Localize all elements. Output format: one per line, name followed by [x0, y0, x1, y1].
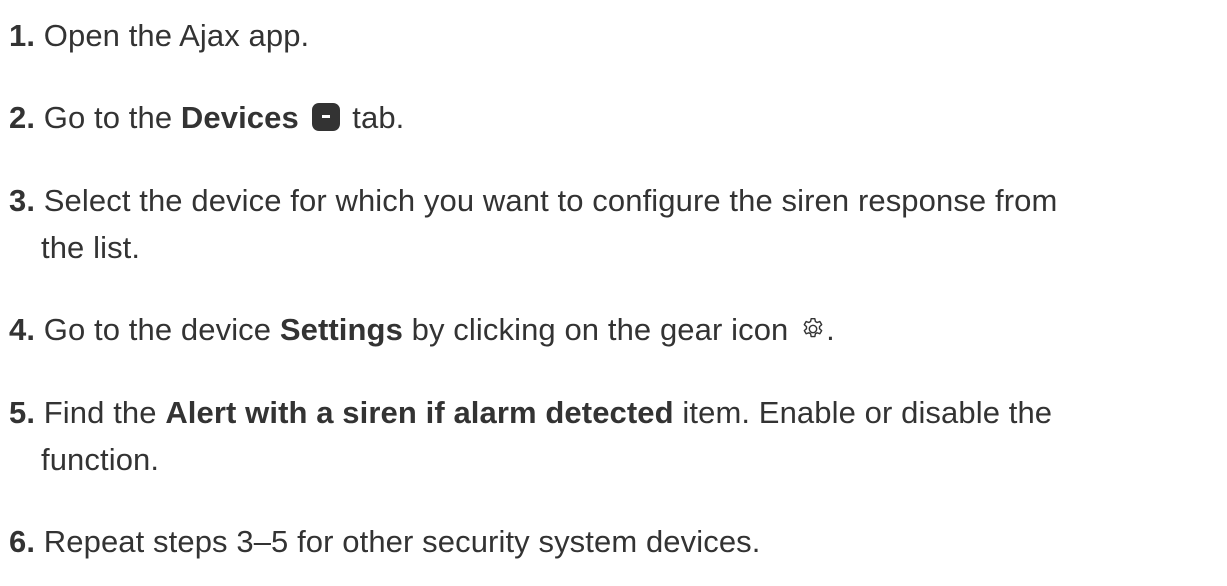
step-5-continuation: function. — [41, 438, 159, 482]
step-2: 2. Go to the Devices tab. — [9, 96, 404, 140]
step-text: Repeat steps 3–5 for other security syst… — [35, 524, 761, 559]
step-text: item. Enable or disable the — [673, 395, 1053, 430]
step-4: 4. Go to the device Settings by clicking… — [9, 308, 835, 352]
step-text: Find the — [35, 395, 166, 430]
step-text: by clicking on the gear icon — [402, 312, 798, 347]
step-text: tab. — [343, 100, 405, 135]
step-text: . — [826, 312, 835, 347]
step-number: 6. — [9, 524, 36, 559]
step-number: 1. — [9, 18, 36, 53]
step-text: Open the Ajax app. — [35, 18, 310, 53]
alert-siren-label: Alert with a siren if alarm detected — [165, 395, 674, 430]
step-text: Select the device for which you want to … — [35, 183, 1058, 218]
devices-label: Devices — [180, 100, 299, 135]
step-text: function. — [41, 442, 160, 477]
step-3-continuation: the list. — [41, 226, 140, 270]
step-1: 1. Open the Ajax app. — [9, 14, 309, 58]
step-text: Go to the device — [35, 312, 280, 347]
gear-icon — [803, 318, 823, 338]
step-number: 4. — [9, 312, 36, 347]
step-3: 3. Select the device for which you want … — [9, 179, 1057, 223]
step-text: Go to the — [35, 100, 181, 135]
step-number: 2. — [9, 100, 36, 135]
step-number: 5. — [9, 395, 36, 430]
settings-label: Settings — [279, 312, 403, 347]
step-text: the list. — [41, 230, 141, 265]
devices-icon — [311, 103, 340, 131]
step-number: 3. — [9, 183, 36, 218]
step-5: 5. Find the Alert with a siren if alarm … — [9, 391, 1052, 435]
step-6: 6. Repeat steps 3–5 for other security s… — [9, 520, 760, 564]
